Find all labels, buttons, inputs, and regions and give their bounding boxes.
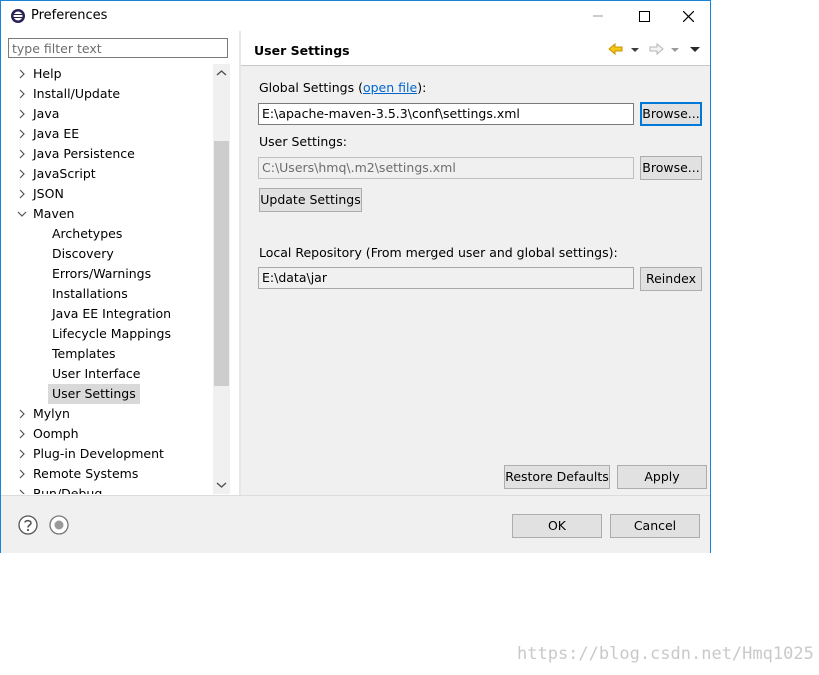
watermark: https://blog.csdn.net/Hmq1025 [517,644,814,664]
cancel-button[interactable]: Cancel [610,514,700,538]
global-browse-button[interactable]: Browse... [640,102,702,126]
window-title: Preferences [31,8,108,23]
tree-item-label: Java EE Integration [52,306,172,321]
global-settings-label-text: Global Settings ( [259,80,363,95]
back-dropdown-icon[interactable] [630,41,640,57]
tree-item-label: User Settings [48,384,140,404]
chevron-right-icon[interactable] [17,464,27,484]
back-arrow-icon[interactable] [607,41,625,57]
tree-item-label: JavaScript [33,166,96,181]
update-settings-button[interactable]: Update Settings [259,188,362,212]
user-settings-placeholder: C:\Users\hmq\.m2\settings.xml [262,160,456,175]
minimize-button[interactable] [575,1,621,31]
tree-scrollbar[interactable] [213,64,230,494]
reindex-button[interactable]: Reindex [640,267,702,291]
tree-item-label: Plug-in Development [33,446,164,461]
navigation-panel: Help Install/Update Java Java EE Java Persis… [1,31,239,495]
tree-item-label: Maven [33,206,75,221]
chevron-right-icon[interactable] [17,64,27,84]
import-export-icon[interactable] [49,515,69,535]
user-browse-button[interactable]: Browse... [640,156,702,180]
eclipse-app-icon [11,9,25,23]
tree-item-label: Java EE [33,126,80,141]
chevron-right-icon[interactable] [17,444,27,464]
tree-item-label: Discovery [52,246,114,261]
maximize-button[interactable] [621,1,667,31]
tree-item-label: Remote Systems [33,466,139,481]
local-repository-field[interactable]: E:\data\jar [258,267,634,289]
title-bar[interactable]: Preferences [1,1,710,31]
tree-item-label: Run/Debug [33,486,103,494]
forward-dropdown-icon[interactable] [670,41,680,57]
tree-item-label: Installations [52,286,128,301]
tree-item-label: Install/Update [33,86,121,101]
tree-item-label: Lifecycle Mappings [52,326,171,341]
global-settings-label-suffix: ): [417,80,427,95]
tree-item-label: Java Persistence [33,146,135,161]
settings-page: User Settings Global Settings (open file… [241,31,710,495]
user-settings-label: User Settings: [259,134,347,149]
open-file-link[interactable]: open file [363,80,417,95]
close-icon [682,10,694,22]
preference-tree[interactable]: Help Install/Update Java Java EE Java Persis… [1,64,213,494]
chevron-down-icon[interactable] [17,204,27,224]
header-separator [241,65,710,66]
page-title: User Settings [254,43,350,58]
chevron-right-icon[interactable] [17,184,27,204]
tree-item-label: Mylyn [33,406,70,421]
local-repository-value: E:\data\jar [262,270,327,285]
tree-item-label: Java [33,106,60,121]
tree-item-label: User Interface [52,366,141,381]
chevron-right-icon[interactable] [17,104,27,124]
filter-input[interactable] [8,38,228,58]
page-header: User Settings [241,31,710,65]
tree-item-label: Errors/Warnings [52,266,152,281]
global-settings-value: E:\apache-maven-3.5.3\conf\settings.xml [262,106,520,121]
minimize-icon [593,15,603,17]
preferences-window: Preferences Help Install/Update Java Java E… [0,0,711,553]
chevron-right-icon[interactable] [17,124,27,144]
chevron-right-icon[interactable] [17,484,27,494]
ok-button[interactable]: OK [512,514,602,538]
tree-item-label: Oomph [33,426,79,441]
tree-item-label: Archetypes [52,226,123,241]
maximize-icon [638,10,650,22]
chevron-right-icon[interactable] [17,84,27,104]
scroll-up-icon[interactable] [213,66,230,80]
chevron-right-icon[interactable] [17,424,27,444]
apply-button[interactable]: Apply [617,465,707,489]
help-icon[interactable] [18,515,38,535]
global-settings-field[interactable]: E:\apache-maven-3.5.3\conf\settings.xml [258,103,634,125]
forward-arrow-icon[interactable] [647,41,665,57]
scroll-down-icon[interactable] [213,478,230,492]
local-repository-label: Local Repository (From merged user and g… [259,245,618,260]
user-settings-field[interactable]: C:\Users\hmq\.m2\settings.xml [258,157,634,179]
tree-item-label: JSON [33,186,64,201]
close-button[interactable] [665,1,711,31]
tree-item-label: Templates [52,346,116,361]
global-settings-label: Global Settings (open file): [259,80,426,95]
view-menu-icon[interactable] [689,41,701,57]
tree-item-label: Help [33,66,62,81]
scrollbar-thumb[interactable] [214,141,229,386]
chevron-right-icon[interactable] [17,144,27,164]
chevron-right-icon[interactable] [17,164,27,184]
dialog-footer: OK Cancel [1,495,710,553]
restore-defaults-button[interactable]: Restore Defaults [504,465,610,489]
chevron-right-icon[interactable] [17,404,27,424]
